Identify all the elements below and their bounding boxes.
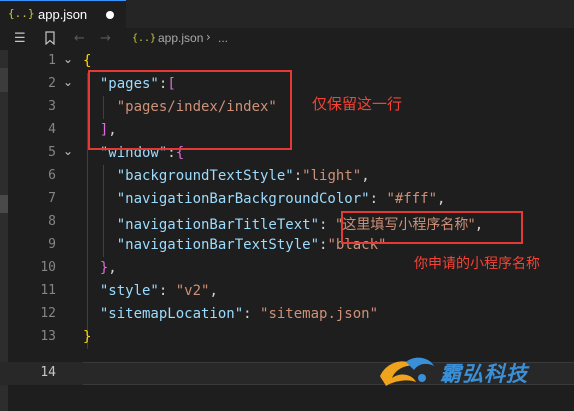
logo-swirl-icon <box>380 357 434 386</box>
json-key: "navigationBarTitleText" <box>116 217 320 233</box>
code-line[interactable]: 12 "sitemapLocation": "sitemap.json" <box>0 303 574 326</box>
back-arrow-icon[interactable]: ← <box>74 31 85 46</box>
json-key: "backgroundTextStyle" <box>116 168 294 184</box>
line-number: 3 <box>48 99 56 114</box>
line-number: 6 <box>48 168 56 183</box>
toggle-list-icon[interactable]: ☰ <box>14 31 26 46</box>
json-key: "sitemapLocation" <box>99 306 244 322</box>
breadcrumb-more[interactable]: ... <box>218 31 228 45</box>
json-file-icon: {..} <box>132 33 157 44</box>
colon: : <box>293 168 303 184</box>
line-number: 14 <box>40 365 56 380</box>
json-value: "sitemap.json" <box>260 306 379 322</box>
annotation-keep-line: 仅保留这一行 <box>312 95 403 113</box>
json-key: "style" <box>99 283 159 299</box>
breadcrumb-separator: › <box>206 30 211 44</box>
comma: , <box>361 168 370 184</box>
json-key: "navigationBarBackgroundColor" <box>116 191 370 207</box>
line-number: 11 <box>40 283 56 298</box>
fold-chevron-icon[interactable]: ⌄ <box>63 52 73 66</box>
breadcrumb-file[interactable]: app.json <box>158 31 203 45</box>
line-number: 10 <box>40 260 56 275</box>
comma: , <box>209 283 218 299</box>
line-number: 13 <box>40 329 56 344</box>
code-line[interactable]: 13 } <box>0 326 574 349</box>
fold-chevron-icon[interactable]: ⌄ <box>63 144 73 158</box>
tab-title: app.json <box>38 7 88 22</box>
line-number: 1 <box>48 53 56 68</box>
unsaved-dot-icon[interactable] <box>106 11 114 19</box>
colon: : <box>319 217 336 233</box>
brace: } <box>83 329 92 345</box>
code-line[interactable]: 11 "style": "v2", <box>0 280 574 303</box>
tab-app-json[interactable]: {..} app.json <box>0 0 126 28</box>
line-number: 9 <box>48 237 56 252</box>
line-number: 2 <box>48 76 56 91</box>
json-value: "#fff" <box>386 191 438 207</box>
annotation-box-title <box>341 211 523 244</box>
json-value: "v2" <box>175 283 210 299</box>
watermark-logo: 霸弘科技 <box>376 352 566 392</box>
line-number: 7 <box>48 191 56 206</box>
forward-arrow-icon[interactable]: → <box>100 31 111 46</box>
code-line[interactable]: 6 "backgroundTextStyle":"light", <box>0 165 574 188</box>
comma: , <box>437 191 446 207</box>
json-file-icon: {..} <box>8 7 35 20</box>
line-number: 5 <box>48 145 56 160</box>
annotation-box-pages <box>88 70 292 150</box>
colon: : <box>369 191 387 207</box>
annotation-app-name: 你申请的小程序名称 <box>414 256 540 272</box>
colon: : <box>243 306 261 322</box>
breadcrumb-bar: ☰ ← → {..} app.json › ... <box>0 28 574 50</box>
json-value: "light" <box>302 168 362 184</box>
fold-chevron-icon[interactable]: ⌄ <box>63 75 73 89</box>
comma: , <box>108 260 117 276</box>
watermark-text: 霸弘科技 <box>440 362 528 386</box>
line-number: 8 <box>48 214 56 229</box>
editor-tab-bar: {..} app.json <box>0 0 574 28</box>
colon: : <box>158 283 176 299</box>
json-key: "navigationBarTextStyle" <box>116 237 320 253</box>
line-number: 4 <box>48 122 56 137</box>
code-line[interactable]: 7 "navigationBarBackgroundColor": "#fff"… <box>0 188 574 211</box>
brace: { <box>83 53 92 69</box>
line-number: 12 <box>40 306 56 321</box>
bookmark-icon[interactable] <box>44 31 56 49</box>
